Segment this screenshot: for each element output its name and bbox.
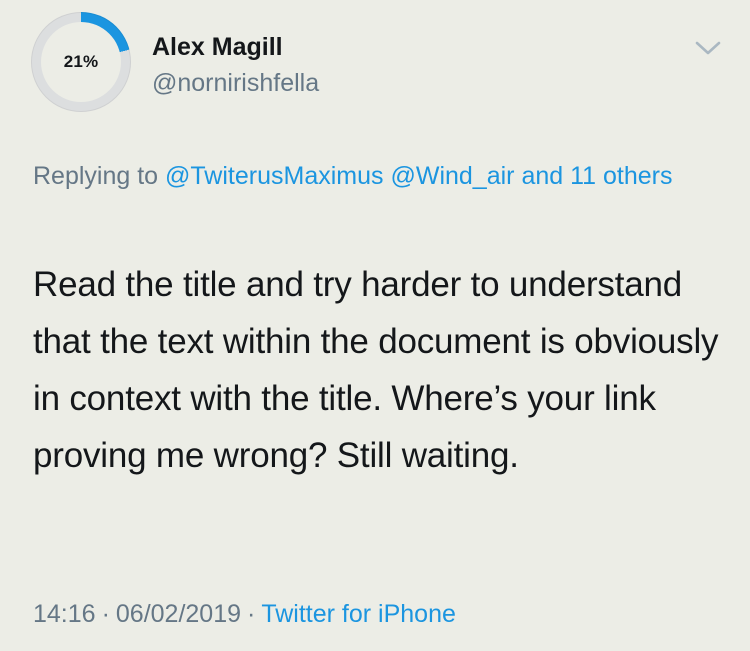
tweet-time[interactable]: 14:16 xyxy=(33,600,96,628)
avatar-progress-ring[interactable]: 21% xyxy=(31,12,131,112)
tweet-card: 21% Alex Magill @nornirishfella Replying… xyxy=(0,0,750,651)
mention-wind-air[interactable]: @Wind_air xyxy=(390,162,514,190)
chevron-down-icon[interactable] xyxy=(692,36,724,60)
meta-separator: · xyxy=(247,600,256,628)
mention-twiterusmaximus[interactable]: @TwiterusMaximus xyxy=(165,162,383,190)
replying-to-line: Replying to @TwiterusMaximus @Wind_air a… xyxy=(33,155,733,197)
author-display-name[interactable]: Alex Magill xyxy=(152,32,283,62)
author-handle[interactable]: @nornirishfella xyxy=(152,68,319,98)
and-others-link[interactable]: and 11 others xyxy=(521,162,672,190)
tweet-source-link[interactable]: Twitter for iPhone xyxy=(261,600,456,628)
progress-percent-label: 21% xyxy=(63,52,99,71)
tweet-date[interactable]: 06/02/2019 xyxy=(116,600,241,628)
replying-to-label: Replying to xyxy=(33,162,159,190)
meta-separator: · xyxy=(101,600,110,628)
tweet-text: Read the title and try harder to underst… xyxy=(33,265,719,475)
tweet-meta: 14:16 · 06/02/2019 · Twitter for iPhone xyxy=(33,598,456,630)
